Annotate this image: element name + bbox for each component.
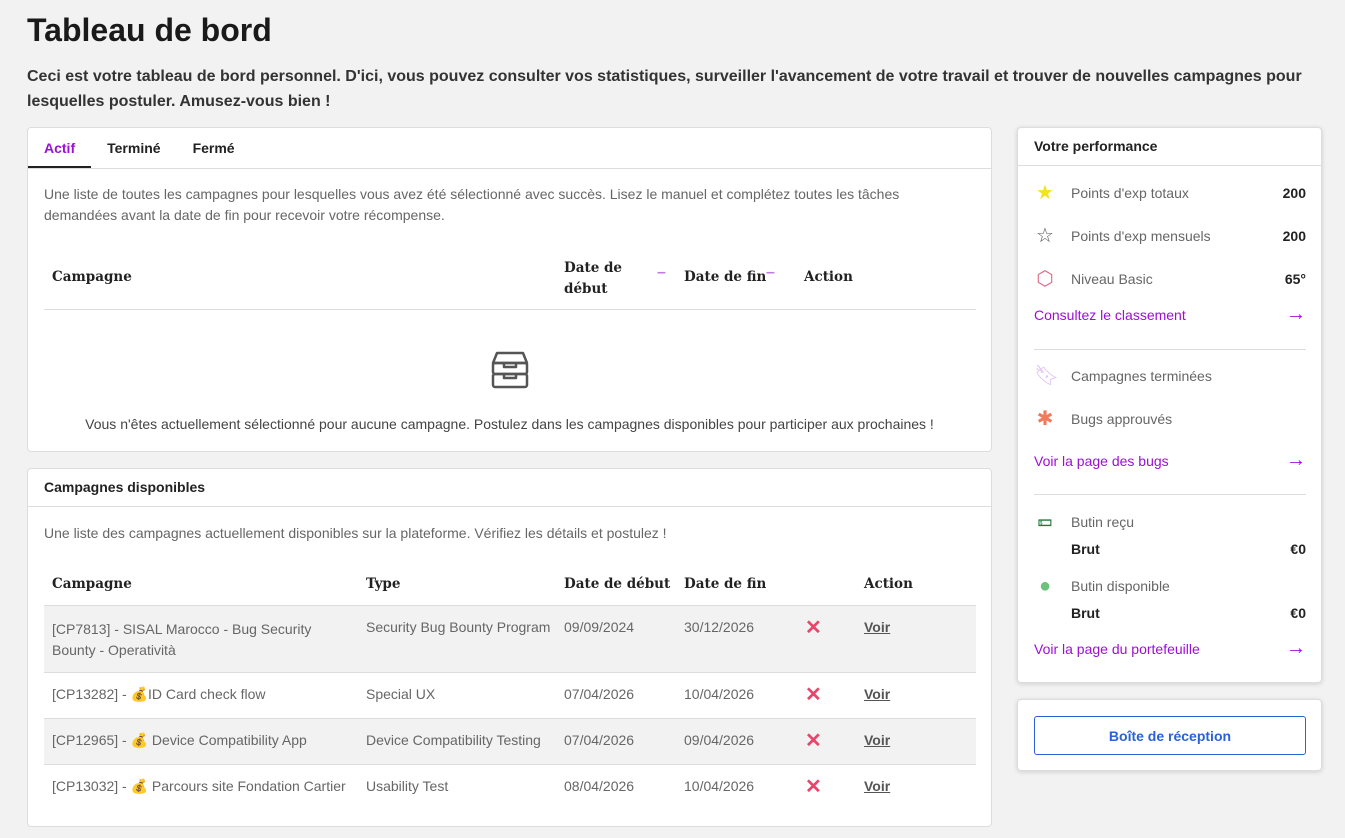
campaign-type: Usability Test xyxy=(366,778,448,794)
value: 65° xyxy=(1285,267,1306,291)
close-icon: ✕ xyxy=(805,774,822,799)
tab-ferme[interactable]: Fermé xyxy=(177,128,251,168)
col-date-debut: Date de début xyxy=(564,576,670,592)
inbox-card: Boîte de réception xyxy=(1017,699,1322,771)
sort-icon[interactable]: – xyxy=(766,264,775,282)
col-campagne[interactable]: Campagne xyxy=(52,269,132,285)
value: 200 xyxy=(1283,181,1306,205)
link-label: Voir la page des bugs xyxy=(1034,453,1169,469)
intro-text: Ceci est votre tableau de bord personnel… xyxy=(27,64,1327,114)
piggy-bank-icon: ● xyxy=(1034,574,1056,598)
col-action: Action xyxy=(864,576,913,592)
label: Butin reçu xyxy=(1071,510,1134,534)
my-campaigns-card: Actif Terminé Fermé Une liste de toutes … xyxy=(27,127,992,452)
money-icon: 💵︎ xyxy=(1034,510,1056,534)
voir-link[interactable]: Voir xyxy=(864,778,890,794)
label: Brut xyxy=(1071,605,1100,621)
link-label: Voir la page du portefeuille xyxy=(1034,641,1200,657)
campaigns-done: 🔖︎ Campagnes terminées xyxy=(1034,364,1306,388)
loot-available: ● Butin disponible xyxy=(1034,574,1306,598)
start-date: 07/04/2026 xyxy=(564,732,634,748)
bookmark-check-icon: 🔖︎ xyxy=(1034,364,1056,388)
campaign-name: [CP13282] - 💰ID Card check flow xyxy=(52,686,266,703)
available-campaigns-card: Campagnes disponibles Une liste des camp… xyxy=(27,468,992,827)
voir-link[interactable]: Voir xyxy=(864,732,890,748)
loot-received: 💵︎ Butin reçu xyxy=(1034,510,1306,534)
tabs: Actif Terminé Fermé xyxy=(28,128,991,169)
table-row: [CP13032] - 💰 Parcours site Fondation Ca… xyxy=(44,764,976,810)
table-row: [CP13282] - 💰ID Card check flow Special … xyxy=(44,672,976,718)
arrow-right-icon: → xyxy=(1286,637,1306,660)
performance-title: Votre performance xyxy=(1018,128,1321,166)
start-date: 09/09/2024 xyxy=(564,619,634,635)
label: Butin disponible xyxy=(1071,574,1170,598)
divider xyxy=(1034,494,1306,495)
label: Points d'exp totaux xyxy=(1071,181,1189,205)
col-date-fin: Date de fin xyxy=(684,576,766,592)
end-date: 30/12/2026 xyxy=(684,619,754,635)
campaign-name: [CP13032] - 💰 Parcours site Fondation Ca… xyxy=(52,778,346,795)
available-description: Une liste des campagnes actuellement dis… xyxy=(44,523,667,544)
campaign-name: [CP12965] - 💰 Device Compatibility App xyxy=(52,732,307,749)
arrow-right-icon: → xyxy=(1286,449,1306,472)
loot-received-gross: Brut €0 xyxy=(1071,541,1306,557)
total-xp: ★ Points d'exp totaux 200 xyxy=(1034,181,1306,205)
end-date: 10/04/2026 xyxy=(684,686,754,702)
end-date: 09/04/2026 xyxy=(684,732,754,748)
loot-available-gross: Brut €0 xyxy=(1071,605,1306,621)
value: €0 xyxy=(1290,605,1306,621)
level: ⬡ Niveau Basic 65° xyxy=(1034,267,1306,291)
close-icon: ✕ xyxy=(805,682,822,707)
campaign-type: Device Compatibility Testing xyxy=(366,732,541,748)
col-date-debut[interactable]: Date de début xyxy=(564,258,634,300)
monthly-xp: ☆ Points d'exp mensuels 200 xyxy=(1034,224,1306,248)
tab-termine[interactable]: Terminé xyxy=(91,128,176,168)
empty-state-text: Vous n'êtes actuellement sélectionné pou… xyxy=(28,414,991,435)
bugs-approved: ✱ Bugs approuvés xyxy=(1034,407,1306,431)
campaign-type: Special UX xyxy=(366,686,435,702)
performance-card: Votre performance ★ Points d'exp totaux 20… xyxy=(1017,127,1322,683)
star-filled-icon: ★ xyxy=(1034,181,1056,205)
campaign-type: Security Bug Bounty Program xyxy=(366,619,550,635)
label: Points d'exp mensuels xyxy=(1071,224,1211,248)
table-row: [CP7813] - SISAL Marocco - Bug Security … xyxy=(44,605,976,672)
arrow-right-icon: → xyxy=(1286,303,1306,326)
link-label: Consultez le classement xyxy=(1034,307,1186,323)
voir-link[interactable]: Voir xyxy=(864,686,890,702)
label: Brut xyxy=(1071,541,1100,557)
bugs-link[interactable]: Voir la page des bugs→ xyxy=(1034,453,1306,469)
campaign-name: [CP7813] - SISAL Marocco - Bug Security … xyxy=(52,619,322,661)
col-campagne: Campagne xyxy=(52,576,132,592)
available-title: Campagnes disponibles xyxy=(28,469,991,507)
value: 200 xyxy=(1283,224,1306,248)
inbox-button[interactable]: Boîte de réception xyxy=(1034,716,1306,755)
label: Niveau Basic xyxy=(1071,267,1153,291)
close-icon: ✕ xyxy=(805,728,822,753)
level-badge-icon: ⬡ xyxy=(1034,267,1056,291)
col-date-fin[interactable]: Date de fin xyxy=(684,269,766,285)
divider xyxy=(44,309,976,310)
table-row: [CP12965] - 💰 Device Compatibility App D… xyxy=(44,718,976,764)
value: €0 xyxy=(1290,541,1306,557)
my-campaigns-description: Une liste de toutes les campagnes pour l… xyxy=(44,184,974,226)
divider xyxy=(1034,349,1306,350)
bug-icon: ✱ xyxy=(1034,407,1056,431)
voir-link[interactable]: Voir xyxy=(864,619,890,635)
col-action: Action xyxy=(804,269,853,285)
col-type: Type xyxy=(366,576,400,592)
empty-inbox-icon xyxy=(489,349,531,391)
page-title: Tableau de bord xyxy=(27,12,272,49)
label: Campagnes terminées xyxy=(1071,364,1212,388)
close-icon: ✕ xyxy=(805,615,822,640)
star-outline-icon: ☆ xyxy=(1034,224,1056,248)
start-date: 08/04/2026 xyxy=(564,778,634,794)
ranking-link[interactable]: Consultez le classement→ xyxy=(1034,307,1306,323)
sort-icon[interactable]: – xyxy=(657,264,666,282)
wallet-link[interactable]: Voir la page du portefeuille→ xyxy=(1034,641,1306,657)
end-date: 10/04/2026 xyxy=(684,778,754,794)
start-date: 07/04/2026 xyxy=(564,686,634,702)
label: Bugs approuvés xyxy=(1071,407,1172,431)
tab-actif[interactable]: Actif xyxy=(28,128,91,168)
